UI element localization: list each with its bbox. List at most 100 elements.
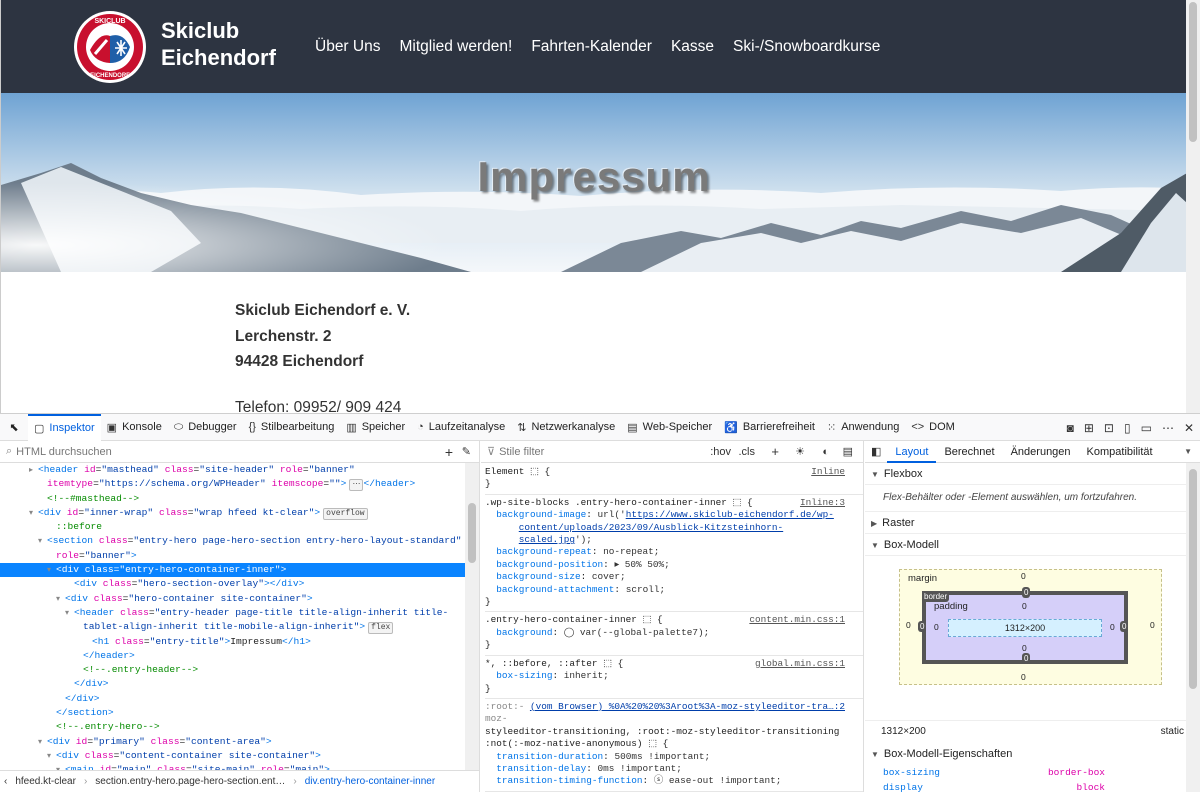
- rule-declaration[interactable]: }: [485, 639, 863, 651]
- print-media-icon[interactable]: ▤: [843, 445, 853, 458]
- padding-top-value[interactable]: 0: [1022, 601, 1027, 611]
- rule-declaration[interactable]: background-position: ▸ 50% 50%;: [485, 559, 863, 571]
- tab-storage[interactable]: ▤ Web-Speicher: [621, 414, 718, 441]
- border-top-value[interactable]: 0: [1022, 587, 1031, 598]
- breadcrumb-scroll-left-icon[interactable]: ‹: [4, 776, 7, 787]
- tab-changes[interactable]: Änderungen: [1003, 441, 1079, 463]
- styles-filter-bar[interactable]: ⊽ Stile filter :hov .cls + ☀ ◐ ▤: [481, 441, 863, 463]
- markup-node[interactable]: <!--.entry-hero-->: [0, 720, 465, 734]
- margin-bottom-value[interactable]: 0: [1021, 672, 1026, 682]
- rule-source-link[interactable]: Inline: [811, 466, 845, 477]
- rule-declaration[interactable]: }: [485, 683, 863, 695]
- light-mode-icon[interactable]: ☀: [795, 445, 805, 458]
- rule-selector[interactable]: Element ⬚ {: [485, 466, 863, 478]
- skiclub-logo[interactable]: SKICLUB EICHENDORF: [73, 10, 147, 84]
- tab-layout[interactable]: Layout: [887, 441, 937, 463]
- padding-right-value[interactable]: 0: [1110, 622, 1115, 632]
- border-bottom-value[interactable]: 0: [1022, 653, 1031, 664]
- css-rule[interactable]: Inline:3 .wp-site-blocks .entry-hero-cont…: [485, 495, 863, 613]
- breadcrumb-item[interactable]: hfeed.kt-clear: [15, 776, 76, 787]
- markup-node[interactable]: ▾ <header class="entry-header page-title …: [0, 606, 465, 620]
- markup-node[interactable]: tablet-align-inherit title-mobile-align-…: [0, 620, 465, 635]
- tab-compatibility[interactable]: Kompatibilität: [1079, 441, 1161, 463]
- css-rule[interactable]: content.min.css:1 .entry-hero-container-i…: [485, 612, 863, 656]
- markup-node[interactable]: <div class="hero-section-overlay"></div>: [0, 577, 465, 591]
- css-rule[interactable]: Inline Element ⬚ {}: [485, 464, 863, 495]
- boxmodel-section-header[interactable]: ▼ Box-Modell: [865, 534, 1200, 556]
- collapse-arrow-icon[interactable]: ▾: [29, 507, 38, 521]
- rule-declaration[interactable]: }: [485, 478, 863, 490]
- tab-performance[interactable]: ◔ Laufzeitanalyse: [411, 414, 511, 441]
- rule-declaration[interactable]: transition-timing-function: ⓢ ease-out !…: [485, 775, 863, 787]
- nav-link-kasse[interactable]: Kasse: [671, 38, 714, 56]
- dark-mode-icon[interactable]: ◐: [822, 446, 829, 458]
- padding-left-value[interactable]: 0: [934, 622, 939, 632]
- markup-node[interactable]: ▾ <div class="hero-container site-contain…: [0, 592, 465, 606]
- chevron-down-icon[interactable]: ▼: [1176, 441, 1200, 463]
- screenshot-icon[interactable]: ◙: [1067, 421, 1074, 435]
- nav-link-mitglied-werden[interactable]: Mitglied werden!: [399, 38, 512, 56]
- margin-top-value[interactable]: 0: [1021, 571, 1026, 581]
- measure-icon[interactable]: ⊡: [1104, 421, 1114, 435]
- tab-inspector[interactable]: ▢ Inspektor: [28, 413, 101, 441]
- nav-link-fahrten-kalender[interactable]: Fahrten-Kalender: [531, 38, 652, 56]
- margin-right-value[interactable]: 0: [1150, 620, 1155, 630]
- markup-node[interactable]: </div>: [0, 692, 465, 706]
- margin-left-value[interactable]: 0: [906, 620, 911, 630]
- rule-declaration[interactable]: background-attachment: scroll;: [485, 584, 863, 596]
- markup-scrollbar-thumb[interactable]: [468, 503, 476, 563]
- tab-application[interactable]: ⁙ Anwendung: [821, 414, 905, 441]
- rule-source-link[interactable]: content.min.css:1: [749, 614, 845, 625]
- page-scrollbar[interactable]: [1186, 0, 1200, 413]
- rule-declaration[interactable]: background-size: cover;: [485, 571, 863, 583]
- markup-node[interactable]: role="banner">: [0, 549, 465, 563]
- box-model-border[interactable]: border 0 0 0 0 padding 0 0 0 0 1312×200: [918, 587, 1129, 664]
- toggle-sidebar-icon[interactable]: ◧: [865, 441, 887, 463]
- rule-declaration[interactable]: background-repeat: no-repeat;: [485, 546, 863, 558]
- tab-memory[interactable]: ▥ Speicher: [340, 414, 411, 441]
- markup-scrollbar[interactable]: [465, 463, 479, 770]
- rule-declaration[interactable]: box-sizing: inherit;: [485, 670, 863, 682]
- markup-node[interactable]: ▸ <header id="masthead" class="site-heade…: [0, 463, 465, 477]
- breadcrumb-item[interactable]: section.entry-hero.page-hero-section.ent…: [95, 776, 285, 787]
- markup-node[interactable]: </header>: [0, 649, 465, 663]
- eyedropper-icon[interactable]: ✎: [462, 445, 471, 458]
- markup-node-selected[interactable]: ▾ <div class="entry-hero-container-inner"…: [0, 563, 465, 578]
- breadcrumb-item[interactable]: div.entry-hero-container-inner: [305, 776, 435, 787]
- boxmodel-props-header[interactable]: ▼ Box-Modell-Eigenschaften: [865, 743, 1200, 765]
- responsive-icon[interactable]: ▭: [1141, 421, 1152, 435]
- rule-declaration[interactable]: scaled.jpg');: [485, 534, 863, 546]
- rulers-icon[interactable]: ⊞: [1084, 421, 1094, 435]
- markup-search-input[interactable]: HTML durchsuchen: [16, 446, 112, 458]
- markup-node[interactable]: ▾<main id="main" class="site-main" role=…: [0, 763, 465, 770]
- rule-declaration[interactable]: transition-duration: 500ms !important;: [485, 751, 863, 763]
- markup-search-bar[interactable]: ⌕ HTML durchsuchen + ✎: [0, 441, 479, 463]
- collapse-arrow-icon[interactable]: ▾: [38, 736, 47, 750]
- rule-declaration[interactable]: background: ◯ var(--global-palette7);: [485, 627, 863, 639]
- layout-scrollbar[interactable]: [1186, 463, 1200, 792]
- padding-bottom-value[interactable]: 0: [1022, 643, 1027, 653]
- styles-filter-input[interactable]: Stile filter: [499, 446, 544, 458]
- site-title[interactable]: Skiclub Eichendorf: [161, 17, 301, 71]
- rule-declaration[interactable]: styleeditor-transitioning, :root:-moz-st…: [485, 726, 863, 738]
- expand-arrow-icon[interactable]: ▸: [29, 464, 38, 478]
- collapse-arrow-icon[interactable]: ▾: [65, 607, 74, 621]
- dock-icon[interactable]: ▯: [1124, 421, 1131, 435]
- tab-network[interactable]: ⇅ Netzwerkanalyse: [511, 414, 621, 441]
- more-options-icon[interactable]: ⋯: [1162, 421, 1174, 435]
- rule-declaration[interactable]: :not(:-moz-native-anonymous) ⬚ {: [485, 738, 863, 750]
- page-scrollbar-thumb[interactable]: [1189, 2, 1197, 142]
- collapse-arrow-icon[interactable]: ▾: [56, 593, 65, 607]
- tab-computed[interactable]: Berechnet: [936, 441, 1002, 463]
- add-rule-icon[interactable]: +: [771, 444, 779, 459]
- rule-source-link[interactable]: Inline:3: [800, 497, 845, 508]
- markup-node[interactable]: itemtype="https://schema.org/WPHeader" i…: [0, 477, 465, 492]
- layout-scrollbar-thumb[interactable]: [1189, 469, 1197, 689]
- element-picker-icon[interactable]: ⬉: [0, 414, 28, 441]
- nav-link-kurse[interactable]: Ski-/Snowboardkurse: [733, 38, 880, 56]
- rule-declaration[interactable]: moz-: [485, 713, 863, 725]
- markup-node[interactable]: <h1 class="entry-title">Impressum</h1>: [0, 635, 465, 649]
- rule-declaration[interactable]: transition-delay: 0ms !important;: [485, 763, 863, 775]
- markup-node[interactable]: </div>: [0, 677, 465, 691]
- css-rule[interactable]: (vom Browser) %0A%20%20%3Aroot%3A-moz-st…: [485, 699, 863, 792]
